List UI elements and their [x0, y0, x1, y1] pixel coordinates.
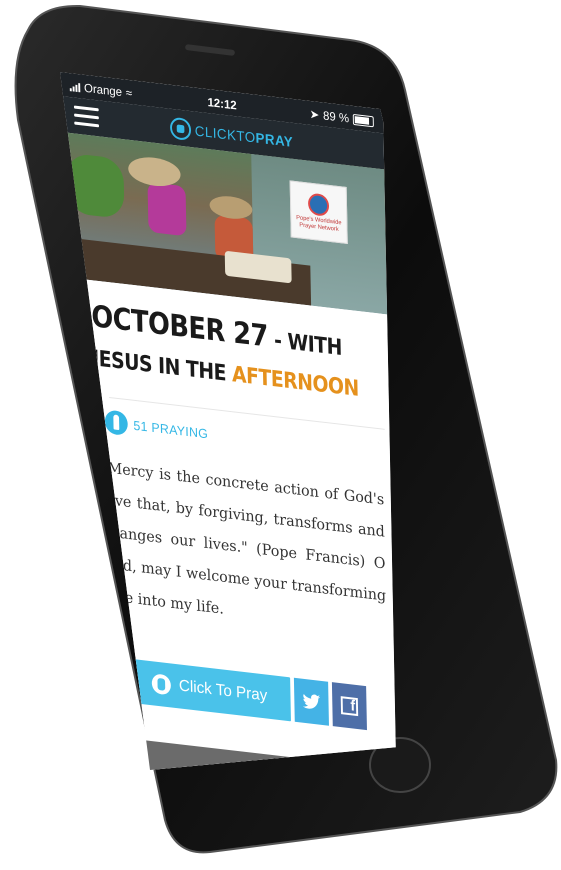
- carrier-label: Orange: [83, 80, 123, 100]
- phone-mockup: Orange ≈ 12:12 ➤ 89 % CLICKTOPRAY Pope's…: [0, 0, 561, 870]
- twitter-share-button[interactable]: [293, 677, 329, 726]
- menu-icon[interactable]: [73, 105, 100, 129]
- status-time: 12:12: [207, 95, 237, 113]
- status-left: Orange ≈: [69, 79, 133, 101]
- prayer-network-logo: Pope's Worldwide Prayer Network: [289, 180, 348, 244]
- praying-count: 51 PRAYING: [133, 417, 209, 441]
- location-icon: ➤: [309, 106, 320, 122]
- page-title: OCTOBER 27 - WITH JESUS IN THE AFTERNOON: [91, 298, 378, 412]
- battery-icon: [352, 113, 374, 127]
- globe-icon: [307, 191, 330, 217]
- click-to-pray-button[interactable]: Click To Pray: [128, 658, 291, 722]
- twitter-icon: [302, 693, 321, 709]
- click-to-pray-label: Click To Pray: [178, 677, 268, 705]
- facebook-share-button[interactable]: f: [331, 682, 367, 731]
- badge-text: Pope's Worldwide Prayer Network: [296, 214, 342, 233]
- title-accent: AFTERNOON: [231, 362, 360, 402]
- signal-icon: [69, 82, 81, 92]
- title-date: OCTOBER 27: [91, 299, 269, 355]
- battery-percent: 89 %: [322, 108, 350, 126]
- praying-counter: 51 PRAYING: [104, 409, 209, 445]
- pray-icon: [152, 673, 172, 696]
- wifi-icon: ≈: [125, 85, 133, 101]
- logo-icon: [169, 116, 192, 142]
- prayer-text: "Mercy is the concrete action of God's l…: [100, 457, 387, 618]
- praying-hands-icon: [104, 409, 128, 437]
- title-dash: -: [267, 327, 288, 355]
- facebook-icon: f: [340, 696, 359, 717]
- action-buttons: Click To Pray f: [128, 658, 367, 731]
- logo-text: CLICKTOPRAY: [194, 122, 294, 150]
